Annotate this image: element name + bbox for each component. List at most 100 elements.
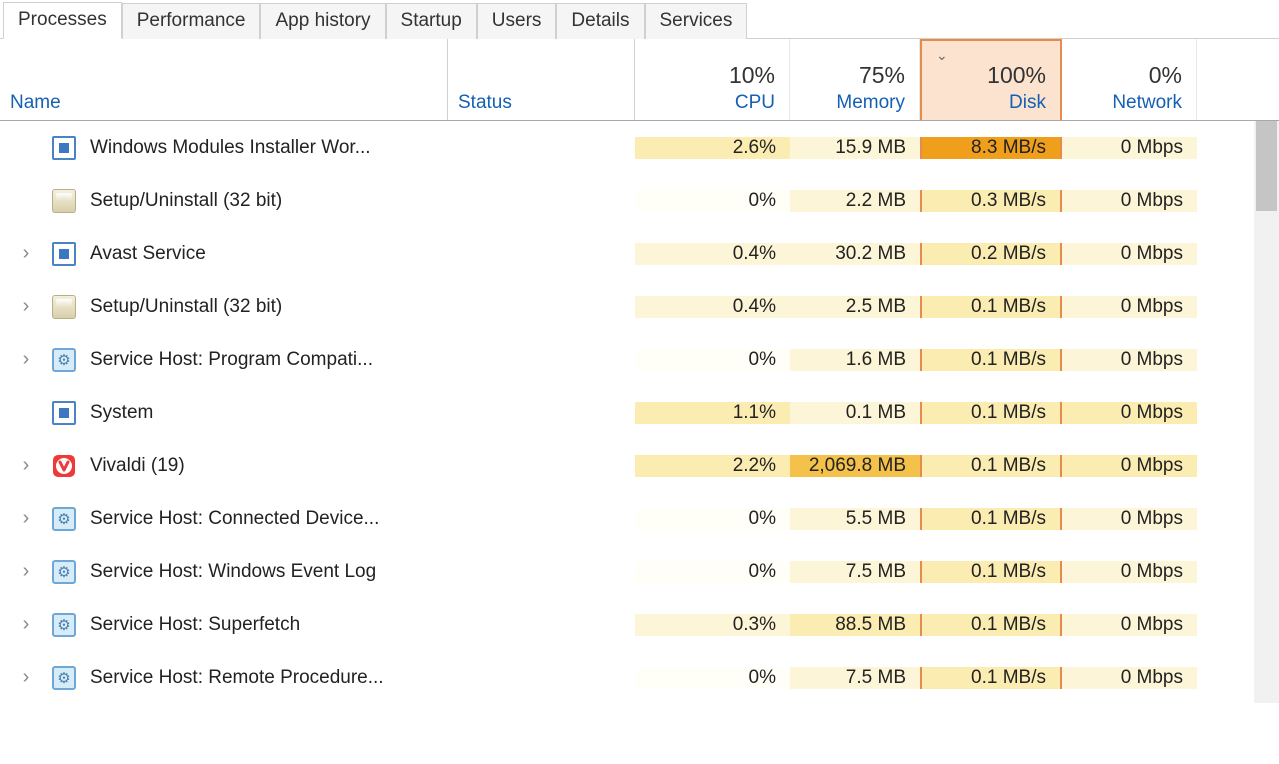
tab-performance[interactable]: Performance — [122, 3, 261, 39]
process-disk: 0.3 MB/s — [920, 190, 1062, 212]
process-name: System — [90, 402, 153, 424]
process-list: Windows Modules Installer Wor... 2.6%15.9… — [0, 121, 1279, 703]
service-icon — [52, 560, 76, 584]
process-memory: 0.1 MB — [790, 402, 920, 424]
process-memory: 30.2 MB — [790, 243, 920, 265]
process-disk: 0.1 MB/s — [920, 402, 1062, 424]
process-name: Avast Service — [90, 243, 206, 265]
cpu-usage-pct: 10% — [729, 63, 775, 88]
service-icon — [52, 613, 76, 637]
table-row[interactable]: › Vivaldi (19) 2.2%2,069.8 MB0.1 MB/s0 Mbp… — [0, 439, 1279, 492]
process-network: 0 Mbps — [1062, 614, 1197, 636]
process-memory: 2,069.8 MB — [790, 455, 920, 477]
column-header-status[interactable]: Status — [448, 39, 635, 120]
process-name: Setup/Uninstall (32 bit) — [90, 296, 282, 318]
process-name: Service Host: Windows Event Log — [90, 561, 376, 583]
table-row[interactable]: › Avast Service 0.4%30.2 MB0.2 MB/s0 Mbps — [0, 227, 1279, 280]
memory-usage-pct: 75% — [859, 63, 905, 88]
expand-chevron-icon[interactable]: › — [0, 348, 52, 371]
process-name: Service Host: Program Compati... — [90, 349, 373, 371]
process-cpu: 0% — [635, 190, 790, 212]
tab-startup[interactable]: Startup — [386, 3, 477, 39]
service-icon — [52, 348, 76, 372]
expand-chevron-icon[interactable]: › — [0, 295, 52, 318]
process-memory: 88.5 MB — [790, 614, 920, 636]
expand-chevron-icon[interactable]: › — [0, 613, 52, 636]
process-disk: 0.1 MB/s — [920, 561, 1062, 583]
process-name: Vivaldi (19) — [90, 455, 185, 477]
process-memory: 7.5 MB — [790, 667, 920, 689]
installer-icon — [52, 295, 76, 319]
process-disk: 0.1 MB/s — [920, 667, 1062, 689]
vertical-scrollbar[interactable] — [1254, 121, 1279, 703]
process-disk: 0.1 MB/s — [920, 349, 1062, 371]
process-network: 0 Mbps — [1062, 561, 1197, 583]
process-network: 0 Mbps — [1062, 190, 1197, 212]
expand-chevron-icon[interactable]: › — [0, 242, 52, 265]
process-disk: 0.2 MB/s — [920, 243, 1062, 265]
tab-processes[interactable]: Processes — [3, 2, 122, 39]
expand-chevron-icon[interactable]: › — [0, 666, 52, 689]
column-header-disk[interactable]: ⌄ 100% Disk — [920, 39, 1062, 120]
tab-details[interactable]: Details — [556, 3, 644, 39]
process-disk: 0.1 MB/s — [920, 614, 1062, 636]
table-row[interactable]: ›Service Host: Program Compati...0%1.6 M… — [0, 333, 1279, 386]
process-disk: 8.3 MB/s — [920, 137, 1062, 159]
table-row[interactable]: › Service Host: Superfetch 0.3%88.5 MB0.1 … — [0, 598, 1279, 651]
expand-chevron-icon[interactable]: › — [0, 507, 52, 530]
tab-app-history[interactable]: App history — [260, 3, 385, 39]
process-disk: 0.1 MB/s — [920, 508, 1062, 530]
process-cpu: 0% — [635, 561, 790, 583]
process-network: 0 Mbps — [1062, 137, 1197, 159]
table-row[interactable]: Windows Modules Installer Wor... 2.6%15.9… — [0, 121, 1279, 174]
app-icon — [52, 136, 76, 160]
column-header-cpu[interactable]: 10% CPU — [635, 39, 790, 120]
column-header-network[interactable]: 0% Network — [1062, 39, 1197, 120]
process-cpu: 2.6% — [635, 137, 790, 159]
tab-users[interactable]: Users — [477, 3, 557, 39]
process-network: 0 Mbps — [1062, 508, 1197, 530]
process-cpu: 2.2% — [635, 455, 790, 477]
process-cpu: 0.4% — [635, 243, 790, 265]
table-row[interactable]: System1.1%0.1 MB0.1 MB/s0 Mbps — [0, 386, 1279, 439]
process-name: Service Host: Connected Device... — [90, 508, 379, 530]
expand-chevron-icon[interactable]: › — [0, 454, 52, 477]
tabstrip: ProcessesPerformanceApp historyStartupUs… — [0, 0, 1279, 39]
table-row[interactable]: Setup/Uninstall (32 bit) 0%2.2 MB0.3 MB/s… — [0, 174, 1279, 227]
app-icon — [52, 401, 76, 425]
process-cpu: 0% — [635, 349, 790, 371]
process-memory: 5.5 MB — [790, 508, 920, 530]
grid-header: Name Status 10% CPU 75% Memory ⌄ 100% Di… — [0, 39, 1279, 121]
table-row[interactable]: › Service Host: Connected Device... 0%5.5 … — [0, 492, 1279, 545]
tab-services[interactable]: Services — [645, 3, 748, 39]
table-row[interactable]: › Setup/Uninstall (32 bit) 0.4%2.5 MB0.1 M… — [0, 280, 1279, 333]
process-name: Service Host: Superfetch — [90, 614, 300, 636]
process-memory: 2.5 MB — [790, 296, 920, 318]
process-disk: 0.1 MB/s — [920, 296, 1062, 318]
process-memory: 15.9 MB — [790, 137, 920, 159]
process-name: Windows Modules Installer Wor... — [90, 137, 371, 159]
column-header-name[interactable]: Name — [0, 39, 448, 120]
installer-icon — [52, 189, 76, 213]
vivaldi-icon — [52, 454, 76, 478]
sort-descending-icon: ⌄ — [936, 47, 948, 64]
process-name: Setup/Uninstall (32 bit) — [90, 190, 282, 212]
scrollbar-thumb[interactable] — [1256, 121, 1277, 211]
process-memory: 2.2 MB — [790, 190, 920, 212]
process-network: 0 Mbps — [1062, 455, 1197, 477]
disk-usage-pct: 100% — [987, 63, 1046, 88]
process-disk: 0.1 MB/s — [920, 455, 1062, 477]
network-usage-pct: 0% — [1149, 63, 1182, 88]
service-icon — [52, 507, 76, 531]
table-row[interactable]: ›Service Host: Remote Procedure...0%7.5 … — [0, 651, 1279, 703]
process-cpu: 0% — [635, 508, 790, 530]
process-memory: 7.5 MB — [790, 561, 920, 583]
column-header-memory[interactable]: 75% Memory — [790, 39, 920, 120]
process-cpu: 1.1% — [635, 402, 790, 424]
process-cpu: 0.3% — [635, 614, 790, 636]
process-cpu: 0.4% — [635, 296, 790, 318]
expand-chevron-icon[interactable]: › — [0, 560, 52, 583]
table-row[interactable]: › Service Host: Windows Event Log 0%7.5 MB… — [0, 545, 1279, 598]
app-icon — [52, 242, 76, 266]
process-network: 0 Mbps — [1062, 243, 1197, 265]
